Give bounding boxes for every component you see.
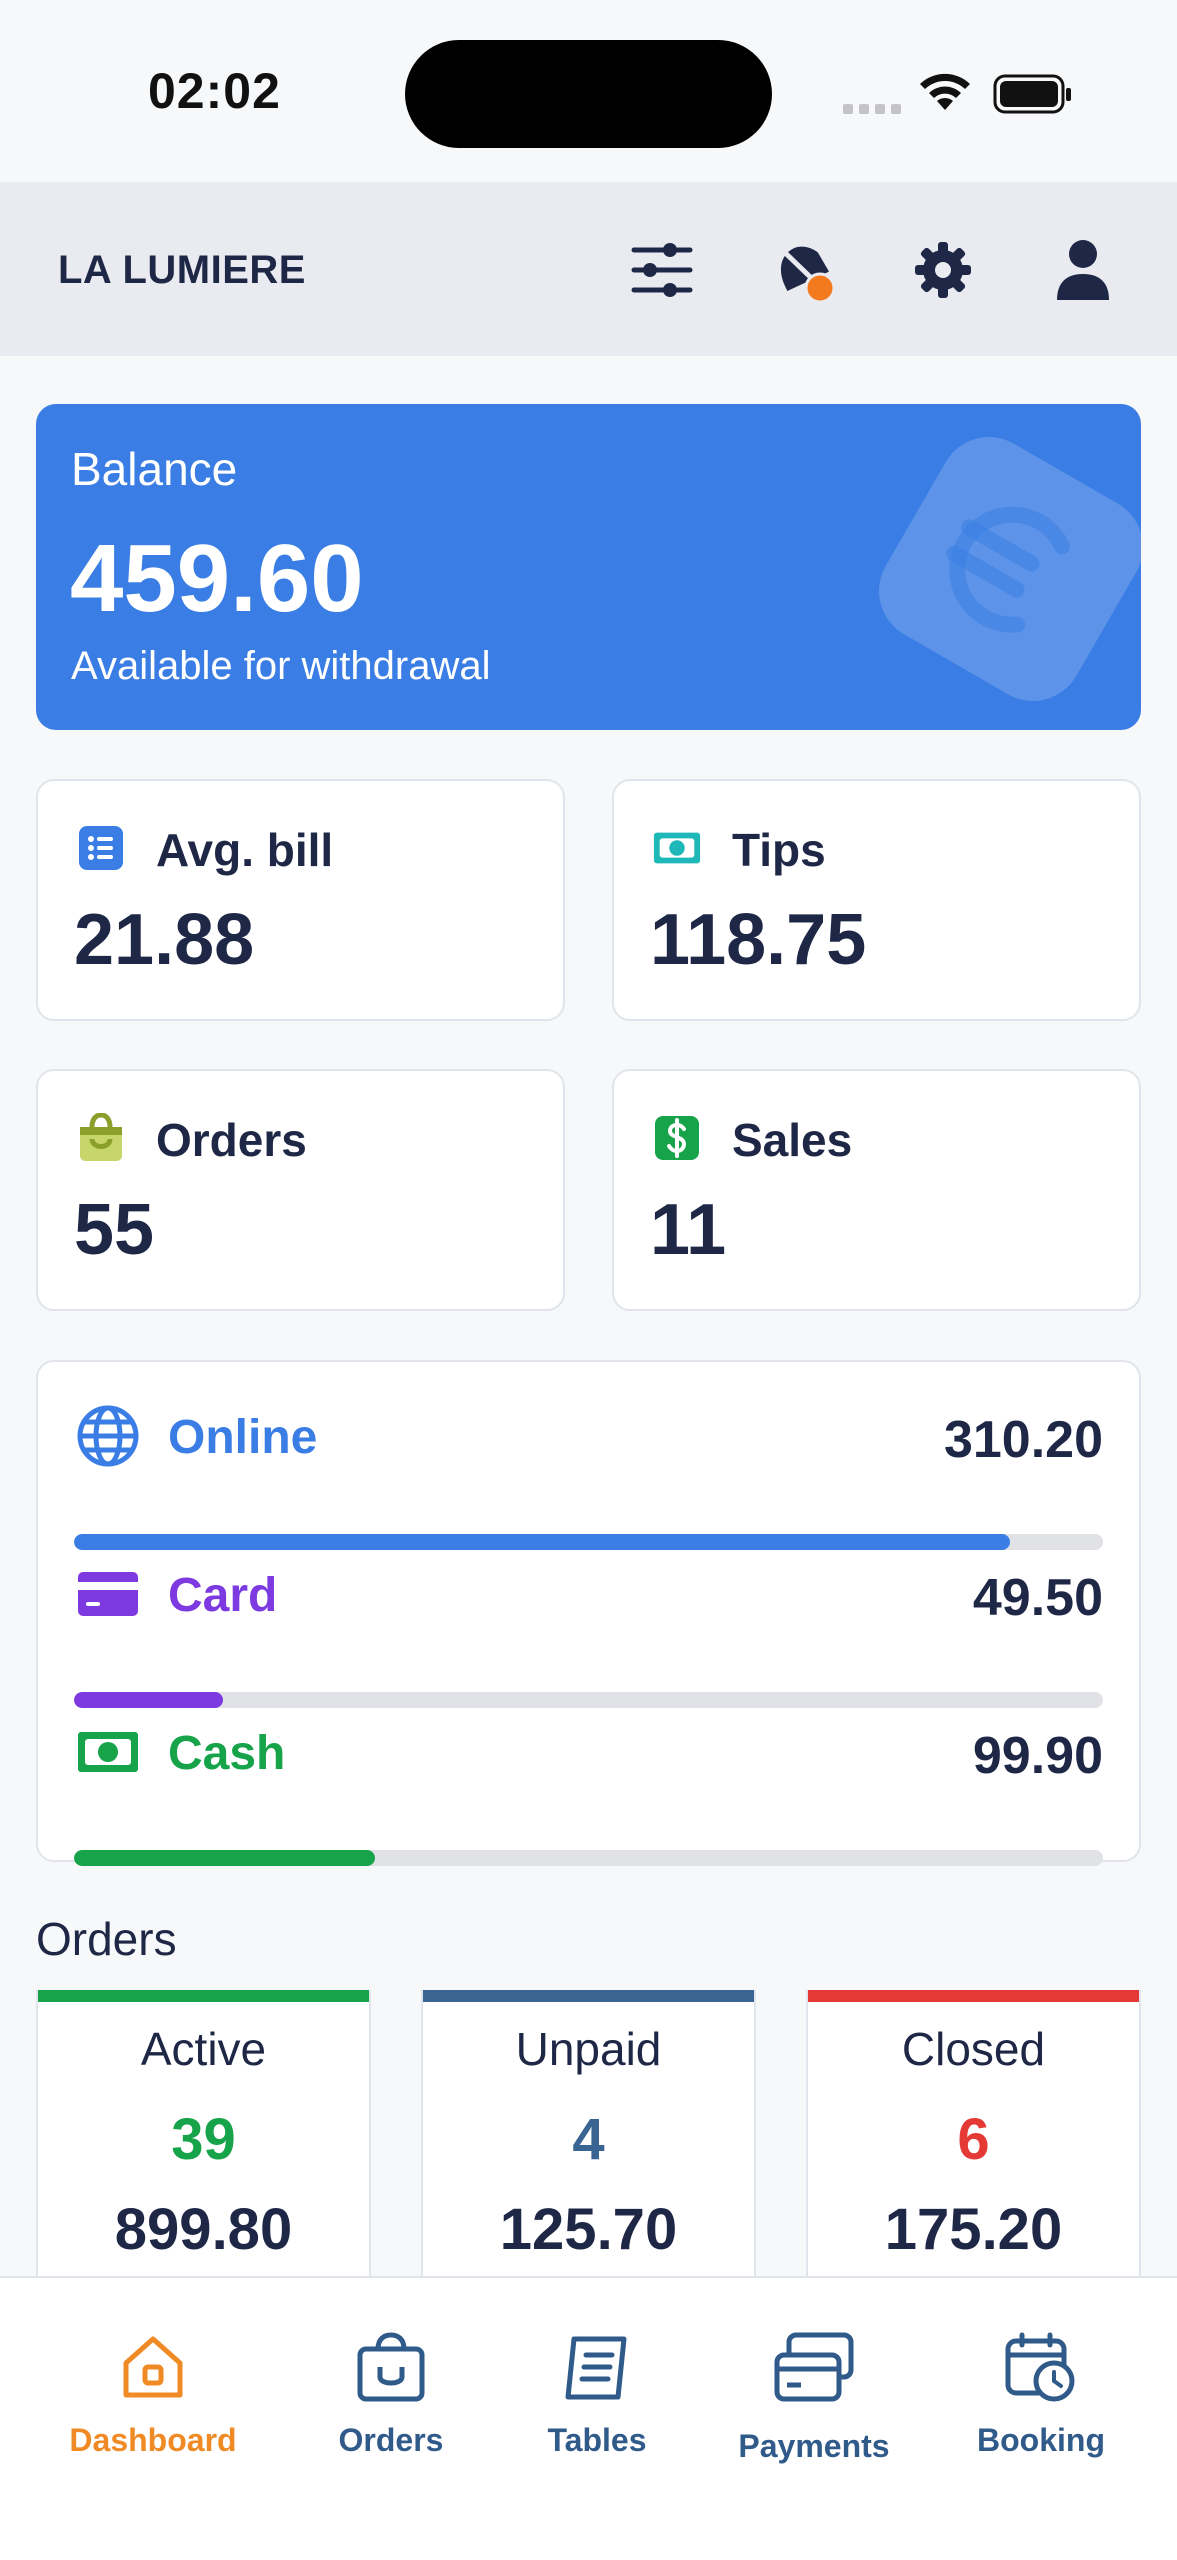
- unpaid-orders-card[interactable]: Unpaid 4 125.70: [421, 1990, 756, 2280]
- bell-off-icon: [774, 242, 836, 304]
- filters-button[interactable]: [624, 232, 700, 308]
- nav-payments[interactable]: Payments: [714, 2328, 914, 2465]
- euro-icon: [879, 437, 1141, 701]
- cash-icon: [76, 1720, 140, 1784]
- balance-label: Balance: [71, 443, 238, 495]
- online-amount: 310.20: [943, 1411, 1103, 1469]
- notifications-button[interactable]: [766, 232, 842, 308]
- status-bar: 02:02: [0, 0, 1177, 182]
- active-accent-bar: [38, 1990, 369, 2002]
- nav-dashboard-label: Dashboard: [69, 2422, 237, 2458]
- shopping-bag-icon: [357, 2332, 425, 2402]
- gear-icon: [915, 242, 971, 298]
- tips-label: Tips: [732, 824, 826, 876]
- nav-tables[interactable]: Tables: [497, 2328, 697, 2459]
- card-label: Card: [168, 1569, 278, 1622]
- cash-progress-track: [74, 1850, 1103, 1866]
- balance-value: 459.60: [70, 525, 364, 632]
- sales-label: Sales: [732, 1114, 853, 1166]
- closed-label: Closed: [901, 2023, 1046, 2075]
- avg-bill-label: Avg. bill: [156, 824, 334, 876]
- globe-icon: [76, 1404, 140, 1468]
- home-icon: [123, 2336, 183, 2398]
- list-icon: [76, 823, 126, 873]
- dynamic-island: [405, 40, 772, 148]
- nav-booking-label: Booking: [977, 2422, 1105, 2458]
- wifi-icon: [920, 73, 970, 110]
- orders-stat-label: Orders: [156, 1114, 307, 1166]
- orders-stat-value: 55: [74, 1190, 155, 1270]
- orders-stat-card[interactable]: Orders 55: [36, 1069, 565, 1311]
- avg-bill-value: 21.88: [74, 900, 255, 980]
- card-progress-fill: [74, 1692, 224, 1708]
- nav-booking[interactable]: Booking: [941, 2328, 1141, 2459]
- unpaid-count: 4: [572, 2107, 605, 2172]
- status-time: 02:02: [148, 63, 281, 119]
- tips-value: 118.75: [650, 900, 867, 980]
- active-orders-card[interactable]: Active 39 899.80: [36, 1990, 371, 2280]
- signal-icon: [843, 104, 901, 114]
- active-amount: 899.80: [114, 2197, 293, 2262]
- nav-payments-label: Payments: [738, 2428, 890, 2464]
- payment-methods-card: Online 310.20 Card 49.50 Cash 99.90: [36, 1360, 1141, 1866]
- avg-bill-card[interactable]: Avg. bill 21.88: [36, 779, 565, 1021]
- tips-card[interactable]: Tips 118.75: [612, 779, 1141, 1021]
- orders-section-title: Orders: [36, 1913, 177, 1965]
- credit-card-icon: [76, 1562, 140, 1626]
- online-progress-fill: [74, 1534, 1011, 1550]
- active-label: Active: [140, 2023, 267, 2075]
- balance-subtitle: Available for withdrawal: [71, 644, 491, 688]
- unpaid-label: Unpaid: [515, 2023, 662, 2075]
- cash-amount: 99.90: [972, 1727, 1103, 1785]
- unpaid-amount: 125.70: [499, 2197, 678, 2262]
- credit-cards-icon: [774, 2332, 854, 2402]
- closed-orders-card[interactable]: Closed 6 175.20: [806, 1990, 1141, 2280]
- nav-tables-label: Tables: [547, 2422, 647, 2458]
- profile-button[interactable]: [1045, 232, 1121, 308]
- nav-orders-label: Orders: [338, 2422, 444, 2458]
- banknote-icon: [652, 823, 702, 873]
- unpaid-accent-bar: [423, 1990, 754, 2002]
- active-count: 39: [171, 2107, 236, 2172]
- cash-progress-fill: [74, 1850, 376, 1866]
- closed-amount: 175.20: [884, 2197, 1063, 2262]
- closed-accent-bar: [808, 1990, 1139, 2002]
- sliders-icon: [631, 243, 693, 297]
- app-header: LA LUMIERE: [0, 182, 1177, 356]
- user-icon: [1057, 240, 1109, 300]
- settings-button[interactable]: [905, 232, 981, 308]
- card-progress-track: [74, 1692, 1103, 1708]
- calendar-clock-icon: [1005, 2332, 1075, 2402]
- online-label: Online: [168, 1411, 318, 1464]
- payment-row-online[interactable]: Online 310.20: [38, 1404, 1139, 1550]
- menu-book-icon: [565, 2336, 627, 2400]
- payment-row-card[interactable]: Card 49.50: [38, 1562, 1139, 1708]
- online-progress-track: [74, 1534, 1103, 1550]
- sales-card[interactable]: Sales 11: [612, 1069, 1141, 1311]
- shopping-bag-icon: [76, 1113, 126, 1163]
- sales-value: 11: [650, 1190, 727, 1270]
- card-amount: 49.50: [972, 1569, 1103, 1627]
- nav-orders[interactable]: Orders: [291, 2328, 491, 2459]
- nav-dashboard[interactable]: Dashboard: [53, 2328, 253, 2459]
- dollar-icon: [652, 1113, 702, 1163]
- closed-count: 6: [957, 2107, 990, 2172]
- battery-icon: [993, 74, 1071, 114]
- balance-card[interactable]: Balance 459.60 Available for withdrawal: [36, 404, 1141, 730]
- cash-label: Cash: [168, 1727, 286, 1780]
- payment-row-cash[interactable]: Cash 99.90: [38, 1720, 1139, 1866]
- restaurant-name: LA LUMIERE: [58, 248, 306, 292]
- bottom-navigation: Dashboard Orders Tables Payments Booking: [0, 2276, 1177, 2560]
